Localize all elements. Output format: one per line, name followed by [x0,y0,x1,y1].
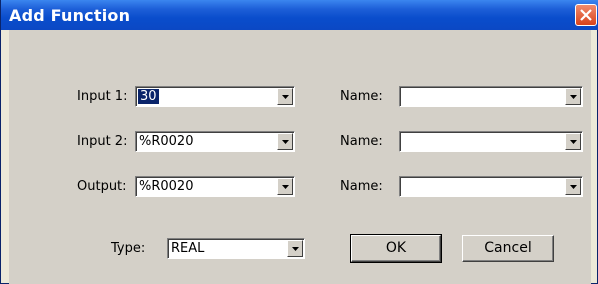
output-name-combobox[interactable] [399,176,583,197]
input2-value: %R0020 [139,134,194,149]
input2-dropdown-button[interactable] [277,133,293,150]
type-dropdown-button[interactable] [287,240,303,257]
chevron-down-icon [570,185,577,189]
type-label: Type: [111,241,146,256]
input1-name-label: Name: [340,89,383,104]
chevron-down-icon [570,95,577,99]
input1-name-dropdown-button[interactable] [565,88,581,105]
title-bar[interactable]: Add Function [1,0,598,30]
output-dropdown-button[interactable] [277,178,293,195]
input2-label: Input 2: [77,134,128,149]
chevron-down-icon [282,185,289,189]
chevron-down-icon [570,140,577,144]
output-value: %R0020 [139,179,194,194]
input2-name-label: Name: [340,134,383,149]
chevron-down-icon [282,95,289,99]
dialog-body: Input 1: 30 Name: Input 2: %R0020 Name: [9,30,591,284]
close-button[interactable] [575,4,597,26]
cancel-button[interactable]: Cancel [462,235,554,262]
input1-name-combobox[interactable] [399,86,583,107]
output-combobox[interactable]: %R0020 [135,176,295,197]
input2-name-dropdown-button[interactable] [565,133,581,150]
ok-button[interactable]: OK [350,234,442,263]
input2-name-combobox[interactable] [399,131,583,152]
chevron-down-icon [282,140,289,144]
output-name-dropdown-button[interactable] [565,178,581,195]
dialog-title: Add Function [9,6,131,25]
type-value: REAL [171,241,205,256]
chevron-down-icon [292,247,299,251]
input1-value: 30 [138,89,159,104]
output-name-label: Name: [340,179,383,194]
input2-combobox[interactable]: %R0020 [135,131,295,152]
close-icon [580,9,592,21]
type-combobox[interactable]: REAL [167,238,305,259]
add-function-dialog: Add Function Input 1: 30 Name: Input 2: … [0,0,598,284]
input1-label: Input 1: [77,89,128,104]
output-label: Output: [77,179,127,194]
input1-dropdown-button[interactable] [277,88,293,105]
input1-combobox[interactable]: 30 [135,86,295,107]
